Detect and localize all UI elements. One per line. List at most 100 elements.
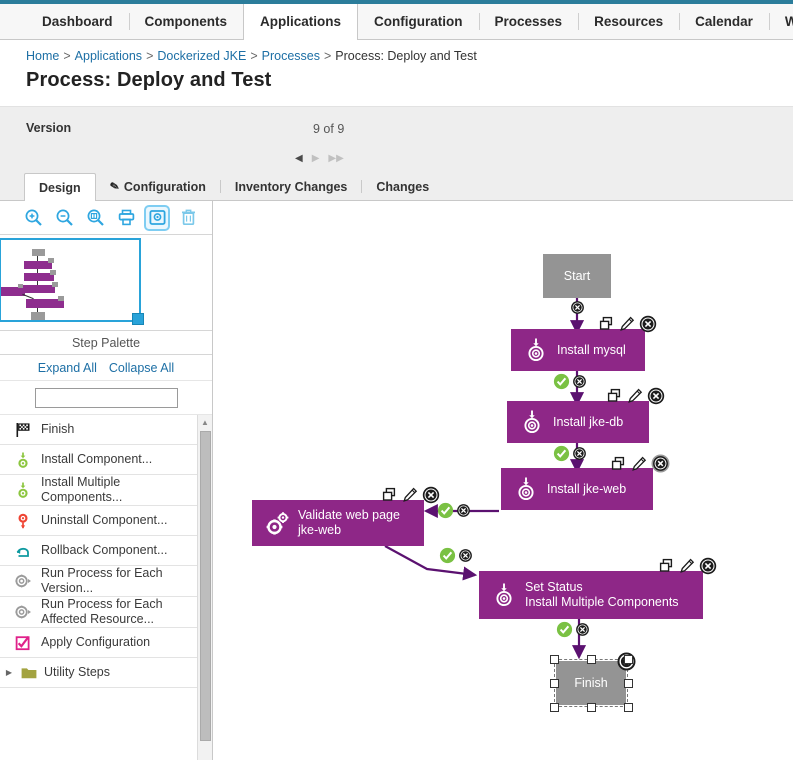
zoom-out-icon[interactable]	[53, 207, 75, 229]
expand-all-link[interactable]: Expand All	[38, 361, 97, 375]
tab-changes[interactable]: Changes	[362, 173, 443, 200]
nav-item-resources[interactable]: Resources	[578, 4, 679, 39]
palette-item-uninstall-component[interactable]: Uninstall Component...	[0, 506, 212, 536]
palette-filter-input[interactable]	[34, 387, 178, 408]
palette-item-install-multiple-components[interactable]: Install Multiple Components...	[0, 475, 212, 506]
minimap-resize-handle[interactable]	[132, 313, 144, 325]
palette-item-finish[interactable]: Finish	[0, 415, 212, 445]
breadcrumb-separator: >	[250, 49, 258, 63]
minimap-viewport[interactable]	[0, 238, 144, 325]
breadcrumb-link-home[interactable]: Home	[26, 49, 59, 63]
nav-item-processes[interactable]: Processes	[478, 4, 579, 39]
gate-start-to-install-mysql[interactable]	[570, 300, 585, 315]
node-badges-install-jke-web[interactable]	[611, 454, 670, 473]
print-icon[interactable]	[115, 207, 137, 229]
selection-handle-se[interactable]	[624, 703, 633, 712]
breadcrumb: Home > Applications > Dockerized JKE > Process…	[0, 40, 793, 63]
palette-item-utility-steps[interactable]: ▶ Utility Steps	[0, 658, 212, 688]
minimap[interactable]	[0, 235, 212, 331]
tab-design[interactable]: Design	[24, 173, 96, 201]
trash-icon[interactable]	[177, 207, 199, 229]
success-check-icon	[553, 373, 570, 390]
selection-handle-nw[interactable]	[550, 655, 559, 664]
edit-pencil-icon	[632, 456, 647, 471]
selection-handle-e[interactable]	[624, 679, 633, 688]
chevron-right-icon[interactable]: ▶	[4, 668, 14, 677]
install-component-icon	[519, 409, 545, 435]
tab-configuration[interactable]: ✎ Configuration	[96, 173, 220, 200]
node-start[interactable]: Start	[543, 254, 611, 298]
palette-item-run-process-each-version[interactable]: Run Process for Each Version...	[0, 566, 212, 597]
selection-handle-w[interactable]	[550, 679, 559, 688]
node-badges-install-mysql[interactable]	[599, 315, 657, 333]
gate-install-jke-db-to-install-jke-web[interactable]	[553, 445, 587, 462]
install-component-icon	[491, 582, 517, 608]
last-version-button[interactable]: ▶▶	[328, 154, 343, 164]
gear-run-icon	[14, 603, 32, 621]
zoom-fit-icon[interactable]	[84, 207, 106, 229]
palette-item-install-component[interactable]: Install Component...	[0, 445, 212, 475]
collapse-all-link[interactable]: Collapse All	[109, 361, 174, 375]
breadcrumb-link-dockerized-jke[interactable]: Dockerized JKE	[157, 49, 246, 63]
snapshot-icon[interactable]	[144, 204, 170, 231]
node-set-status[interactable]: Set Status Install Multiple Components	[479, 571, 703, 619]
copy-icon	[599, 316, 613, 330]
node-finish[interactable]: Finish	[556, 661, 626, 705]
palette-item-label: Run Process for Each Version...	[41, 566, 163, 595]
breadcrumb-separator: >	[146, 49, 154, 63]
delete-x-icon	[647, 387, 665, 405]
edit-pencil-icon	[620, 316, 635, 331]
nav-item-work-items[interactable]: Work Items	[768, 4, 793, 39]
zoom-in-icon[interactable]	[22, 207, 44, 229]
nav-item-configuration[interactable]: Configuration	[358, 4, 478, 39]
palette-item-rollback-component[interactable]: Rollback Component...	[0, 536, 212, 566]
step-palette-list: Finish Install Component... Install Mult…	[0, 415, 212, 760]
selection-handle-sw[interactable]	[550, 703, 559, 712]
edit-pencil-icon	[403, 487, 418, 502]
prev-version-button[interactable]: ◀	[295, 154, 303, 164]
node-badges-install-jke-db[interactable]	[607, 387, 665, 405]
breadcrumb-link-processes[interactable]: Processes	[262, 49, 320, 63]
nav-label: Configuration	[374, 14, 463, 29]
palette-item-run-process-each-affected-resource[interactable]: Run Process for Each Affected Resource..…	[0, 597, 212, 628]
node-label: Install jke-db	[553, 414, 624, 429]
breadcrumb-link-applications[interactable]: Applications	[75, 49, 142, 63]
node-install-jke-db[interactable]: Install jke-db	[507, 401, 649, 443]
success-check-icon	[437, 502, 454, 519]
nav-item-calendar[interactable]: Calendar	[679, 4, 769, 39]
checkered-flag-icon	[14, 421, 32, 439]
next-version-button[interactable]: ▶	[312, 154, 320, 164]
gate-validate-to-set-status[interactable]	[439, 547, 473, 564]
node-label: Set Status Install Multiple Components	[525, 580, 679, 610]
gate-set-status-to-finish[interactable]	[556, 621, 590, 638]
process-canvas[interactable]: Start Install mysql Install jke-db Insta…	[213, 201, 793, 760]
scroll-up-icon[interactable]: ▲	[198, 415, 212, 429]
version-bar: Version 9 of 9 ◀ ▶ ▶▶	[0, 106, 793, 173]
palette-item-apply-configuration[interactable]: Apply Configuration	[0, 628, 212, 658]
node-badges-set-status[interactable]	[659, 557, 717, 575]
nav-item-components[interactable]: Components	[128, 4, 244, 39]
nav-item-applications[interactable]: Applications	[243, 4, 359, 40]
success-check-icon	[553, 445, 570, 462]
install-component-icon	[14, 451, 32, 469]
palette-item-label: Install Multiple Components...	[41, 475, 123, 504]
breadcrumb-separator: >	[323, 49, 332, 63]
delete-x-icon	[459, 549, 472, 562]
scrollbar-thumb[interactable]	[200, 431, 211, 741]
nav-item-dashboard[interactable]: Dashboard	[26, 4, 129, 39]
node-install-jke-web[interactable]: Install jke-web	[501, 468, 653, 510]
selection-handle-ne[interactable]	[624, 655, 633, 664]
node-badges-validate-web-page[interactable]	[382, 486, 440, 504]
gate-install-jke-web-to-validate[interactable]	[437, 502, 471, 519]
copy-icon	[382, 487, 396, 501]
node-validate-web-page[interactable]: Validate web page jke-web	[252, 500, 424, 546]
tab-inventory-changes[interactable]: Inventory Changes	[221, 173, 362, 200]
pencil-icon: ✎	[108, 180, 121, 194]
nav-label: Applications	[260, 14, 342, 29]
palette-scrollbar[interactable]: ▲	[197, 415, 212, 760]
node-install-mysql[interactable]: Install mysql	[511, 329, 645, 371]
selection-handle-s[interactable]	[587, 703, 596, 712]
success-check-icon	[439, 547, 456, 564]
gate-install-mysql-to-install-jke-db[interactable]	[553, 373, 587, 390]
selection-handle-n[interactable]	[587, 655, 596, 664]
